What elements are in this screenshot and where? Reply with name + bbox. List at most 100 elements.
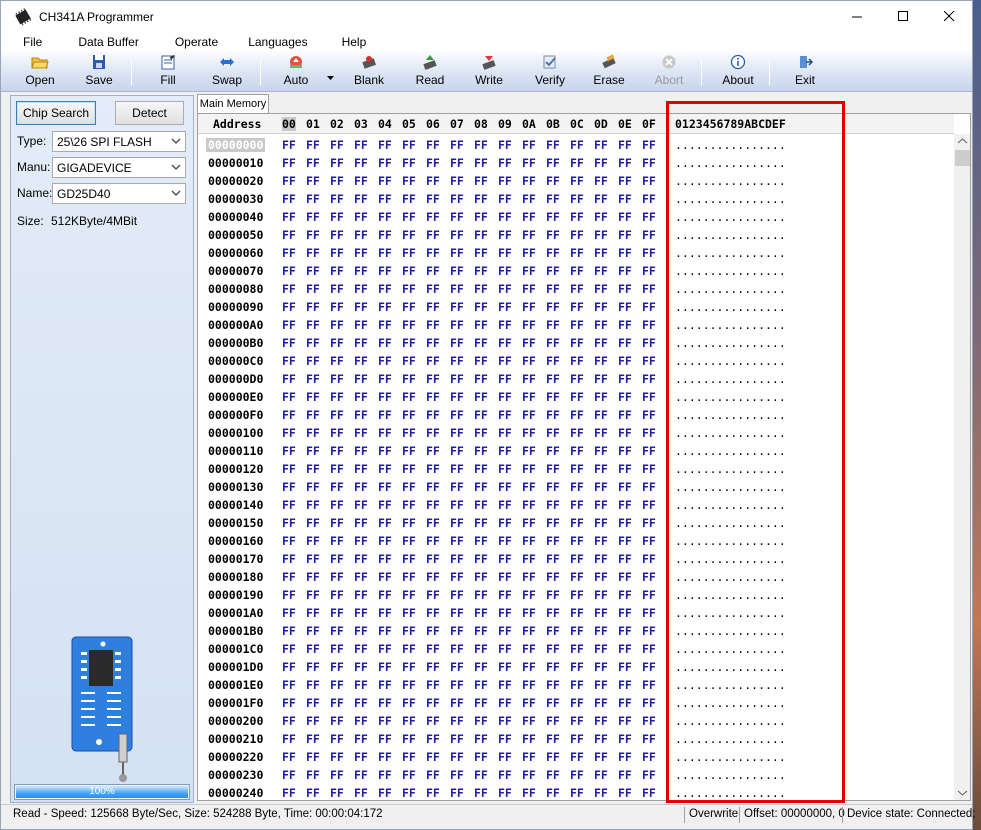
hex-byte[interactable]: FF	[282, 300, 296, 314]
hex-byte[interactable]: FF	[570, 408, 584, 422]
hex-byte[interactable]: FF	[594, 552, 608, 566]
hex-byte[interactable]: FF	[570, 480, 584, 494]
hex-byte[interactable]: FF	[522, 228, 536, 242]
hex-byte[interactable]: FF	[570, 642, 584, 656]
hex-byte[interactable]: FF	[594, 174, 608, 188]
hex-byte[interactable]: FF	[498, 786, 512, 800]
hex-byte[interactable]: FF	[594, 444, 608, 458]
hex-byte[interactable]: FF	[306, 408, 320, 422]
hex-byte[interactable]: FF	[354, 174, 368, 188]
hex-byte[interactable]: FF	[522, 480, 536, 494]
hex-byte[interactable]: FF	[618, 246, 632, 260]
chip-name-select[interactable]: GD25D40	[52, 183, 186, 204]
hex-byte[interactable]: FF	[618, 696, 632, 710]
hex-byte[interactable]: FF	[474, 606, 488, 620]
hex-byte[interactable]: FF	[450, 750, 464, 764]
menu-help[interactable]: Help	[320, 35, 379, 49]
hex-byte[interactable]: FF	[354, 336, 368, 350]
hex-byte[interactable]: FF	[570, 390, 584, 404]
hex-byte[interactable]: FF	[522, 696, 536, 710]
hex-byte[interactable]: FF	[306, 336, 320, 350]
hex-byte[interactable]: FF	[474, 210, 488, 224]
hex-byte[interactable]: FF	[642, 264, 656, 278]
hex-byte[interactable]: FF	[474, 318, 488, 332]
hex-byte[interactable]: FF	[378, 228, 392, 242]
hex-byte[interactable]: FF	[522, 624, 536, 638]
hex-byte[interactable]: FF	[354, 300, 368, 314]
hex-byte[interactable]: FF	[426, 246, 440, 260]
hex-byte[interactable]: FF	[378, 768, 392, 782]
hex-byte[interactable]: FF	[354, 246, 368, 260]
hex-byte[interactable]: FF	[378, 750, 392, 764]
menu-data-buffer[interactable]: Data Buffer	[54, 35, 150, 49]
hex-byte[interactable]: FF	[330, 786, 344, 800]
hex-byte[interactable]: FF	[402, 354, 416, 368]
hex-byte[interactable]: FF	[378, 192, 392, 206]
hex-byte[interactable]: FF	[594, 354, 608, 368]
hex-byte[interactable]: FF	[642, 660, 656, 674]
hex-byte[interactable]: FF	[498, 138, 512, 152]
hex-byte[interactable]: FF	[618, 552, 632, 566]
hex-byte[interactable]: FF	[450, 354, 464, 368]
hex-byte[interactable]: FF	[594, 750, 608, 764]
hex-byte[interactable]: FF	[306, 282, 320, 296]
hex-byte[interactable]: FF	[522, 498, 536, 512]
hex-byte[interactable]: FF	[570, 732, 584, 746]
hex-byte[interactable]: FF	[570, 372, 584, 386]
hex-byte[interactable]: FF	[570, 588, 584, 602]
hex-byte[interactable]: FF	[402, 768, 416, 782]
hex-byte[interactable]: FF	[402, 696, 416, 710]
hex-byte[interactable]: FF	[474, 534, 488, 548]
hex-byte[interactable]: FF	[282, 732, 296, 746]
hex-byte[interactable]: FF	[498, 696, 512, 710]
hex-byte[interactable]: FF	[594, 606, 608, 620]
hex-byte[interactable]: FF	[402, 210, 416, 224]
hex-byte[interactable]: FF	[354, 318, 368, 332]
hex-byte[interactable]: FF	[378, 390, 392, 404]
hex-byte[interactable]: FF	[618, 462, 632, 476]
hex-byte[interactable]: FF	[426, 642, 440, 656]
hex-byte[interactable]: FF	[402, 192, 416, 206]
hex-byte[interactable]: FF	[378, 372, 392, 386]
hex-byte[interactable]: FF	[618, 606, 632, 620]
hex-byte[interactable]: FF	[594, 210, 608, 224]
hex-byte[interactable]: FF	[618, 372, 632, 386]
hex-byte[interactable]: FF	[570, 660, 584, 674]
hex-byte[interactable]: FF	[498, 480, 512, 494]
hex-byte[interactable]: FF	[594, 300, 608, 314]
hex-byte[interactable]: FF	[642, 426, 656, 440]
hex-byte[interactable]: FF	[426, 462, 440, 476]
hex-byte[interactable]: FF	[306, 228, 320, 242]
hex-byte[interactable]: FF	[522, 210, 536, 224]
hex-byte[interactable]: FF	[594, 426, 608, 440]
hex-byte[interactable]: FF	[522, 552, 536, 566]
hex-byte[interactable]: FF	[546, 552, 560, 566]
hex-byte[interactable]: FF	[330, 696, 344, 710]
hex-byte[interactable]: FF	[570, 624, 584, 638]
hex-byte[interactable]: FF	[474, 498, 488, 512]
menu-languages[interactable]: Languages	[230, 35, 319, 49]
hex-byte[interactable]: FF	[378, 264, 392, 278]
hex-byte[interactable]: FF	[426, 192, 440, 206]
hex-byte[interactable]: FF	[330, 138, 344, 152]
hex-byte[interactable]: FF	[522, 156, 536, 170]
hex-byte[interactable]: FF	[378, 678, 392, 692]
hex-byte[interactable]: FF	[402, 570, 416, 584]
hex-byte[interactable]: FF	[570, 354, 584, 368]
hex-byte[interactable]: FF	[498, 354, 512, 368]
hex-byte[interactable]: FF	[522, 264, 536, 278]
hex-byte[interactable]: FF	[474, 624, 488, 638]
hex-byte[interactable]: FF	[450, 606, 464, 620]
hex-byte[interactable]: FF	[378, 138, 392, 152]
hex-byte[interactable]: FF	[546, 228, 560, 242]
hex-byte[interactable]: FF	[570, 570, 584, 584]
hex-byte[interactable]: FF	[474, 192, 488, 206]
hex-byte[interactable]: FF	[522, 732, 536, 746]
hex-byte[interactable]: FF	[426, 228, 440, 242]
hex-byte[interactable]: FF	[282, 444, 296, 458]
hex-byte[interactable]: FF	[378, 714, 392, 728]
hex-byte[interactable]: FF	[522, 516, 536, 530]
hex-byte[interactable]: FF	[498, 300, 512, 314]
hex-byte[interactable]: FF	[306, 210, 320, 224]
chip-search-button[interactable]: Chip Search	[16, 101, 96, 125]
